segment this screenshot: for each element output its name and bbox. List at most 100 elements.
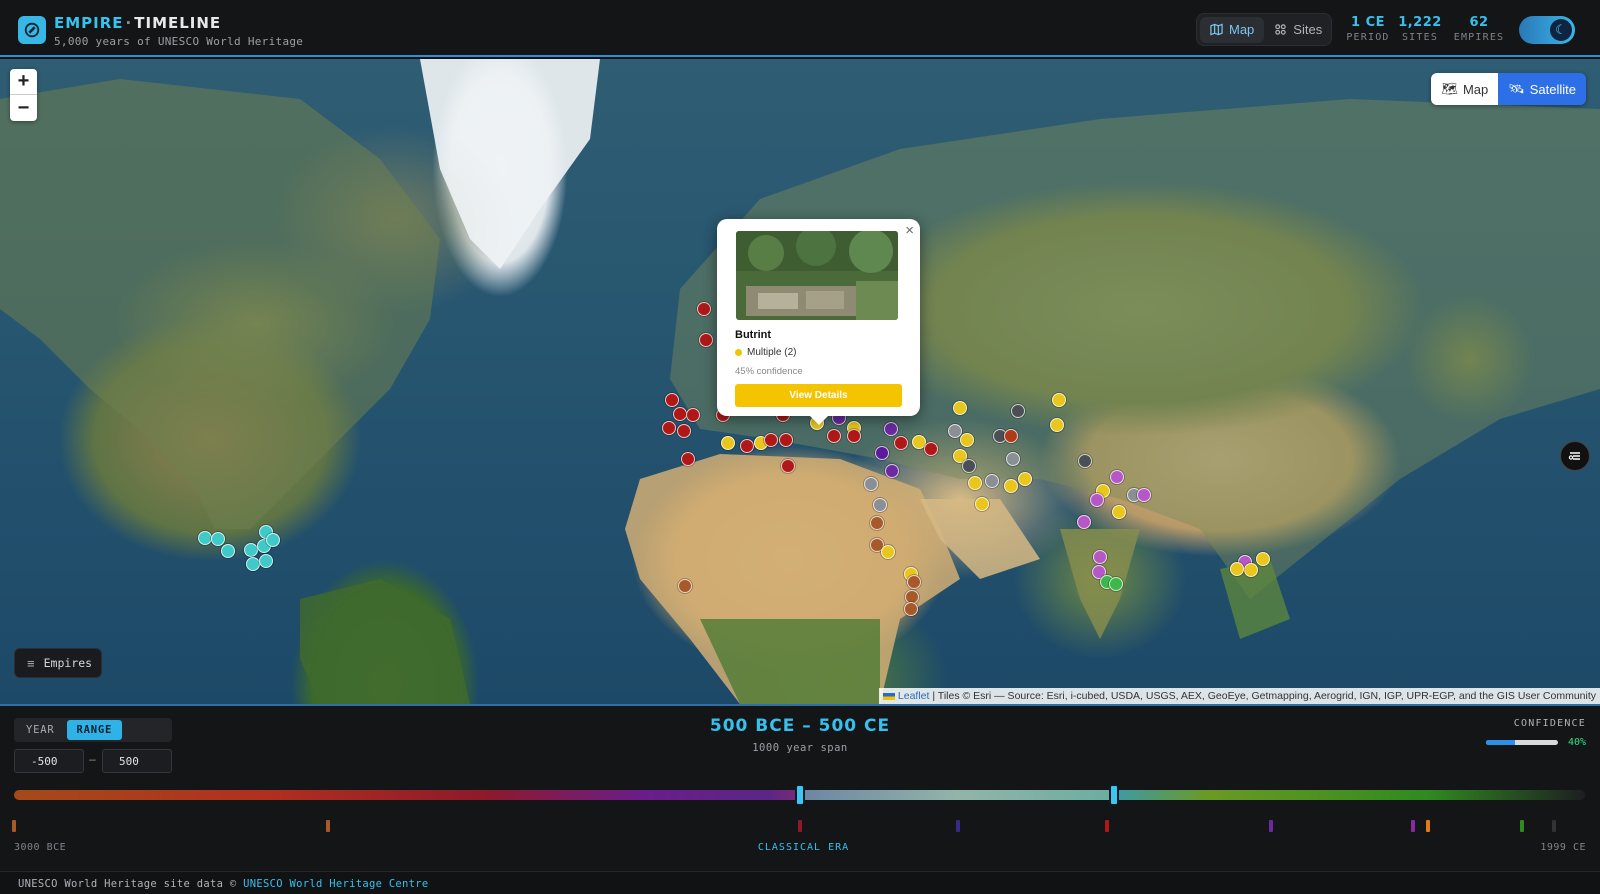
site-marker[interactable] [259,554,273,568]
site-marker[interactable] [681,452,695,466]
site-marker[interactable] [1109,577,1123,591]
empire-tick[interactable] [1426,820,1430,832]
site-marker[interactable] [721,436,735,450]
view-details-button[interactable]: View Details [735,384,902,407]
empire-tick[interactable] [956,820,960,832]
leaflet-link[interactable]: Leaflet [898,690,930,702]
site-marker[interactable] [697,302,711,316]
site-marker[interactable] [985,474,999,488]
site-marker[interactable] [884,422,898,436]
site-marker[interactable] [968,476,982,490]
confidence-slider[interactable] [1485,740,1558,745]
site-marker[interactable] [827,429,841,443]
filter-panel-button[interactable] [1560,441,1590,471]
site-marker[interactable] [1004,479,1018,493]
selected-range [800,790,1114,800]
zoom-in-button[interactable]: + [10,69,37,95]
range-start-handle[interactable] [795,784,805,806]
range-end-input[interactable]: 500 [102,749,172,773]
stat-period-value: 1 CE [1351,15,1385,30]
site-marker[interactable] [924,442,938,456]
site-marker[interactable] [1256,552,1270,566]
empire-tick[interactable] [1520,820,1524,832]
site-marker[interactable] [662,421,676,435]
site-marker[interactable] [875,446,889,460]
site-marker[interactable] [673,407,687,421]
empire-tick[interactable] [1269,820,1273,832]
site-marker[interactable] [211,532,225,546]
close-icon[interactable]: × [905,222,914,239]
site-marker[interactable] [894,436,908,450]
empire-tick[interactable] [798,820,802,832]
stat-sites-label: SITES [1401,32,1439,43]
site-marker[interactable] [864,477,878,491]
site-marker[interactable] [1004,429,1018,443]
layer-satellite-button[interactable]: 🛰 Satellite [1498,73,1586,105]
site-marker[interactable] [885,464,899,478]
site-marker[interactable] [779,433,793,447]
axis-start-label: 3000 BCE [14,842,67,853]
empire-tick[interactable] [12,820,16,832]
site-marker[interactable] [1137,488,1151,502]
empire-tick[interactable] [1411,820,1415,832]
site-marker[interactable] [699,333,713,347]
site-marker[interactable] [1110,470,1124,484]
site-marker[interactable] [975,497,989,511]
site-marker[interactable] [1093,550,1107,564]
mode-year-button[interactable]: YEAR [16,720,65,740]
site-marker[interactable] [847,429,861,443]
site-marker[interactable] [1077,515,1091,529]
site-marker[interactable] [678,579,692,593]
site-marker[interactable] [1112,505,1126,519]
site-marker[interactable] [1052,393,1066,407]
site-marker[interactable] [266,533,280,547]
empires-button[interactable]: ≡ Empires [14,648,102,678]
site-marker[interactable] [1006,452,1020,466]
popup-site-name: Butrint [735,329,772,341]
site-marker[interactable] [246,557,260,571]
site-marker[interactable] [881,545,895,559]
site-marker[interactable] [1244,563,1258,577]
theme-toggle[interactable]: ☾ [1519,16,1575,44]
site-marker[interactable] [686,408,700,422]
site-marker[interactable] [1078,454,1092,468]
empire-tick[interactable] [1552,820,1556,832]
layer-map-button[interactable]: 🗺 Map [1431,73,1499,105]
view-sites-button[interactable]: Sites [1264,17,1332,43]
site-marker[interactable] [953,401,967,415]
empire-tick[interactable] [1105,820,1109,832]
range-end-handle[interactable] [1109,784,1119,806]
site-marker[interactable] [665,393,679,407]
site-marker[interactable] [1011,404,1025,418]
site-marker[interactable] [764,433,778,447]
map-icon [1210,23,1223,36]
site-marker[interactable] [1090,493,1104,507]
range-start-input[interactable]: -500 [14,749,84,773]
view-map-button[interactable]: Map [1200,16,1265,43]
site-marker[interactable] [1050,418,1064,432]
app-logo-icon[interactable] [18,16,46,44]
map-attribution: Leaflet | Tiles © Esri — Source: Esri, i… [878,688,1600,704]
site-marker[interactable] [198,531,212,545]
mode-range-button[interactable]: RANGE [66,720,123,740]
world-map[interactable]: + − 🗺 Map 🛰 Satellite × Butrint Multiple… [0,59,1600,704]
footer-text: UNESCO World Heritage site data © [18,878,244,890]
zoom-control: + − [10,69,37,121]
brand-separator: · [125,14,133,32]
site-marker[interactable] [740,439,754,453]
site-marker[interactable] [781,459,795,473]
site-marker[interactable] [873,498,887,512]
site-marker[interactable] [677,424,691,438]
site-marker[interactable] [904,602,918,616]
unesco-link[interactable]: UNESCO World Heritage Centre [243,878,428,890]
empire-tick[interactable] [326,820,330,832]
site-marker[interactable] [244,543,258,557]
site-marker[interactable] [870,516,884,530]
site-marker[interactable] [962,459,976,473]
site-marker[interactable] [1230,562,1244,576]
site-marker[interactable] [1018,472,1032,486]
site-marker[interactable] [907,575,921,589]
site-marker[interactable] [960,433,974,447]
zoom-out-button[interactable]: − [10,95,37,121]
site-marker[interactable] [221,544,235,558]
